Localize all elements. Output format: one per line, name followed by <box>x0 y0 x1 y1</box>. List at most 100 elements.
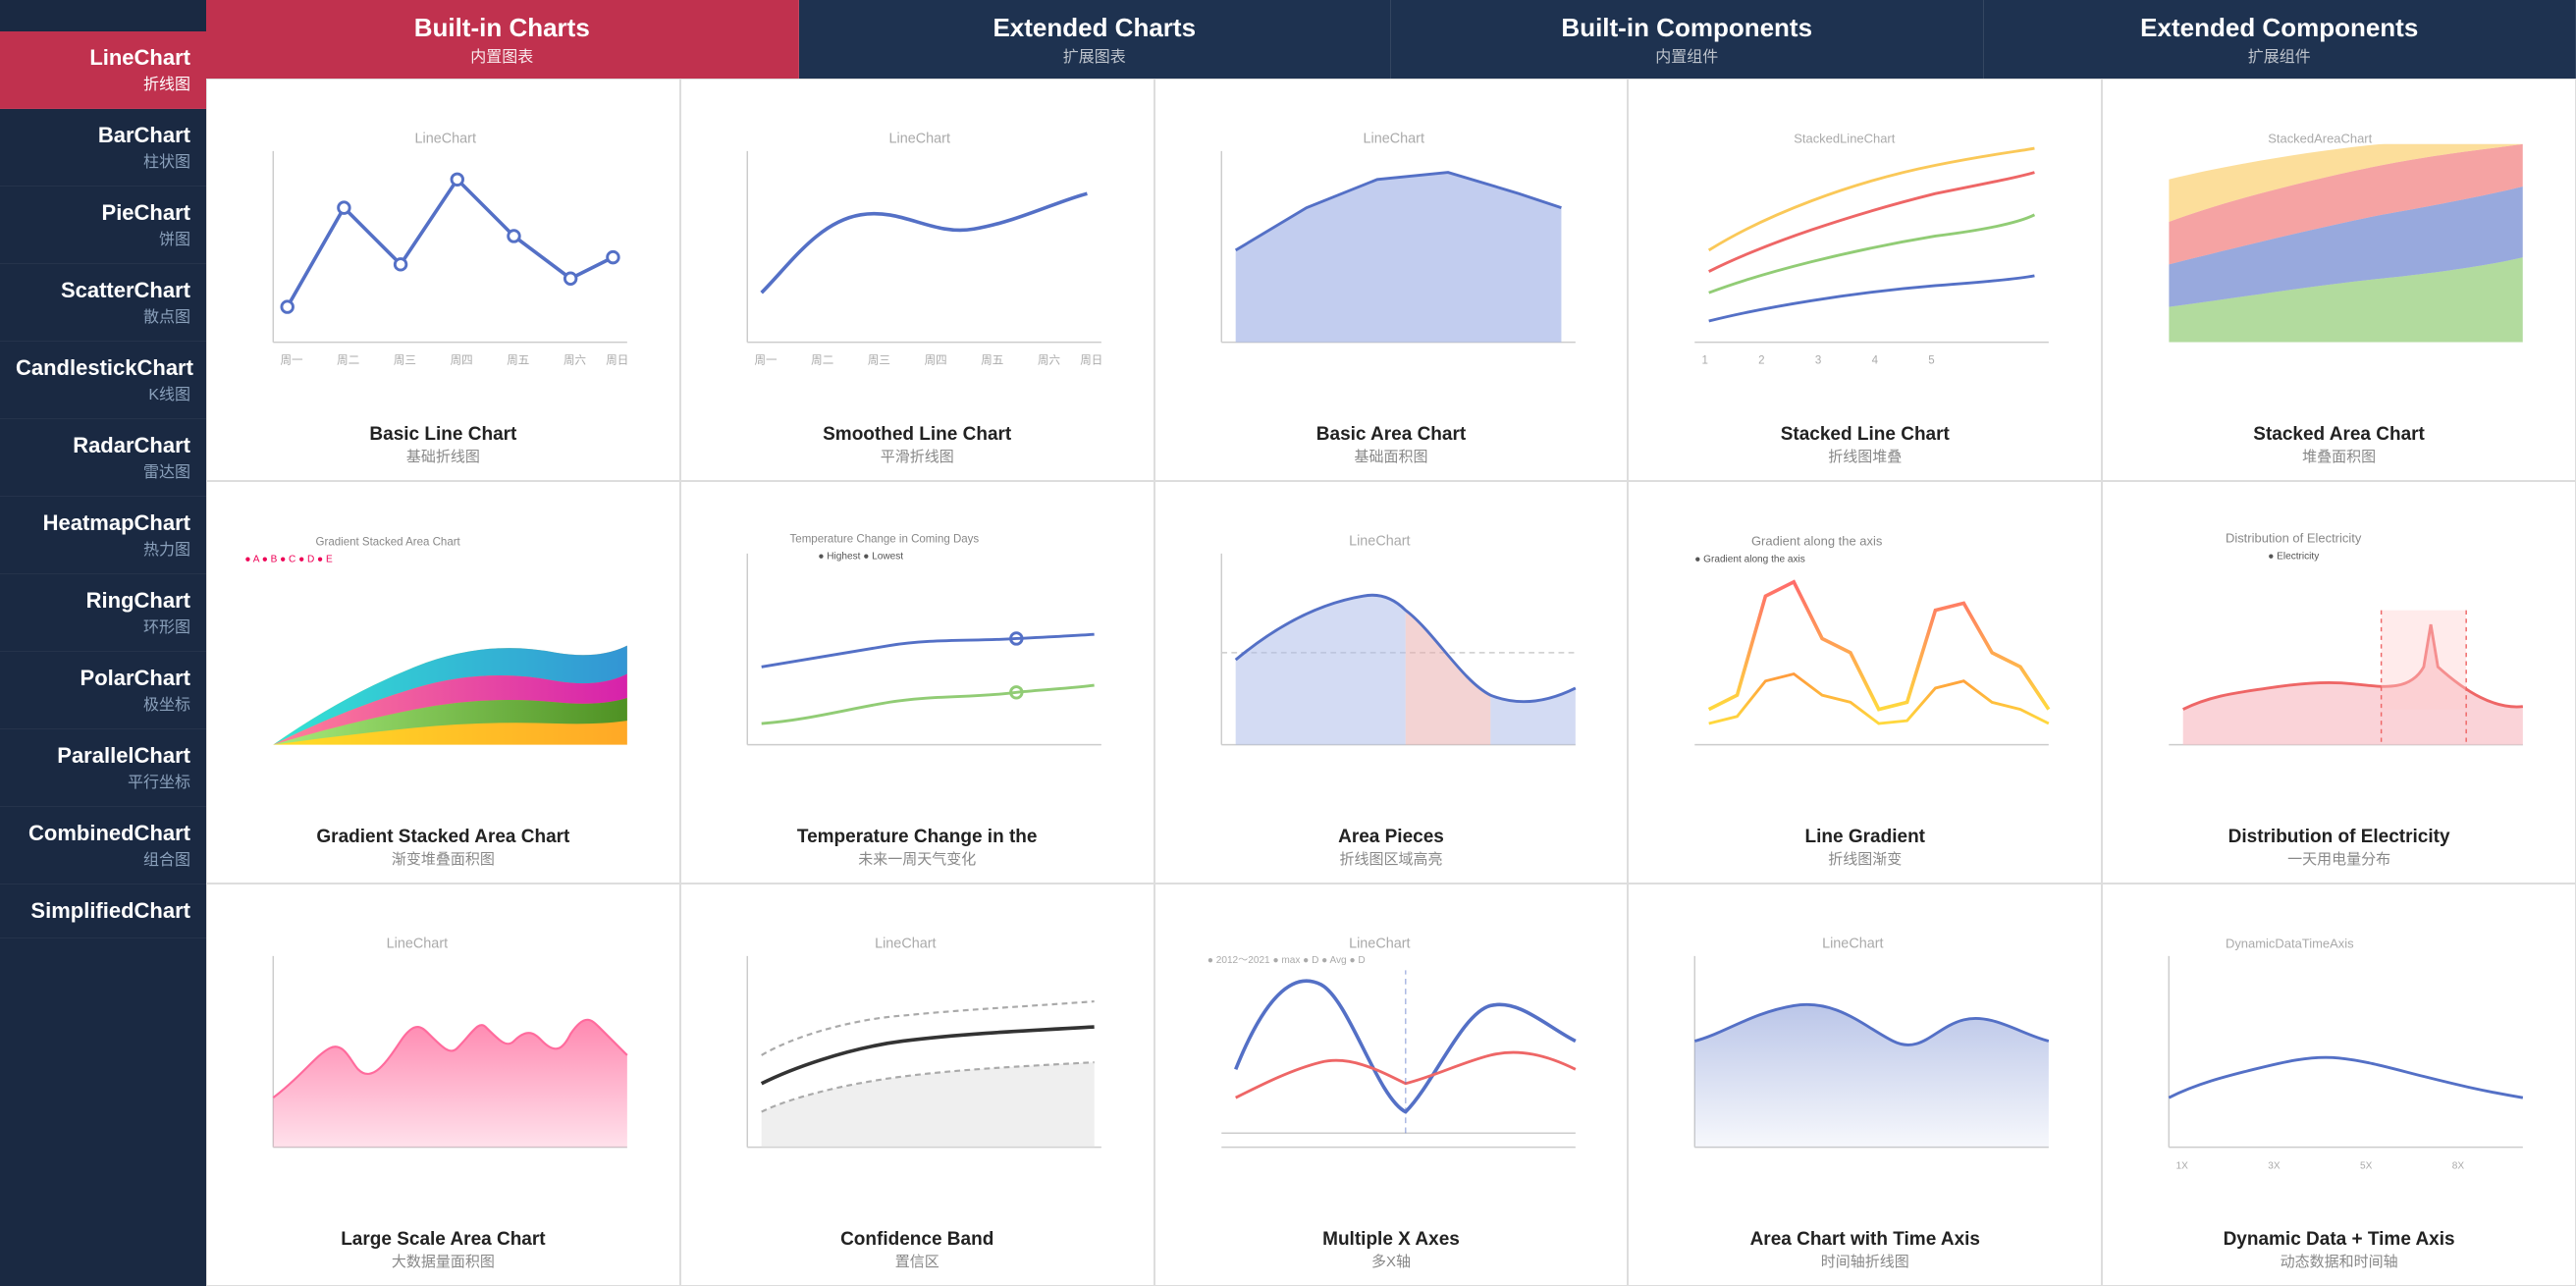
chart-preview-multi_x: LineChart ● 2012～2021 ● max ● D ● Avg ● … <box>1155 884 1628 1226</box>
chart-title-zh: 一天用电量分布 <box>2287 848 2390 869</box>
sidebar-item-radarchart[interactable]: RadarChart雷达图 <box>0 419 206 497</box>
chart-cell-large_scale[interactable]: LineChart Large Scale Area Chart大数据量面积图 <box>206 884 680 1286</box>
chart-title-zh: 堆叠面积图 <box>2302 446 2376 466</box>
svg-text:DynamicDataTimeAxis: DynamicDataTimeAxis <box>2226 936 2354 950</box>
chart-cell-basic_line[interactable]: LineChart 周一 周二 周三 周四 周五 周六 周日 Basic Lin… <box>206 79 680 481</box>
chart-cell-basic_area[interactable]: LineChart Basic Area Chart基础面积图 <box>1154 79 1629 481</box>
header-tabs: Built-in Charts内置图表Extended Charts扩展图表Bu… <box>206 0 2576 79</box>
svg-text:1X: 1X <box>2176 1160 2189 1171</box>
chart-title-en: Gradient Stacked Area Chart <box>316 827 569 848</box>
chart-preview-time_axis: LineChart <box>1629 884 2101 1226</box>
chart-cell-time_axis[interactable]: LineChart Area Chart with Time Axis时间轴折线… <box>1628 884 2102 1286</box>
chart-cell-area_pieces[interactable]: LineChart Area Pieces折线图区域高亮 <box>1154 481 1629 884</box>
sidebar-item-combinedchart[interactable]: CombinedChart组合图 <box>0 807 206 884</box>
header-tab-1[interactable]: Extended Charts扩展图表 <box>799 0 1392 79</box>
svg-text:1: 1 <box>1702 354 1708 366</box>
chart-cell-dynamic_time[interactable]: DynamicDataTimeAxis 1X 3X 5X 8X Dynamic … <box>2102 884 2576 1286</box>
chart-preview-temperature: Temperature Change in Coming Days ● High… <box>681 482 1154 824</box>
chart-preview-large_scale: LineChart <box>207 884 679 1226</box>
chart-title-zh: 折线图堆叠 <box>1828 446 1902 466</box>
svg-text:4: 4 <box>1872 354 1879 366</box>
svg-text:● Highest ● Lowest: ● Highest ● Lowest <box>818 552 903 563</box>
svg-text:Distribution of Electricity: Distribution of Electricity <box>2226 530 2362 545</box>
sidebar-item-barchart[interactable]: BarChart柱状图 <box>0 109 206 187</box>
chart-cell-line_gradient[interactable]: Gradient along the axis ● Gradient along… <box>1628 481 2102 884</box>
chart-title-en: Confidence Band <box>840 1229 993 1251</box>
sidebar-item-heatmapchart[interactable]: HeatmapChart热力图 <box>0 497 206 574</box>
chart-cell-temperature[interactable]: Temperature Change in Coming Days ● High… <box>680 481 1154 884</box>
svg-text:周五: 周五 <box>507 353 529 366</box>
svg-text:● Electricity: ● Electricity <box>2268 552 2320 563</box>
header-tab-0[interactable]: Built-in Charts内置图表 <box>206 0 799 79</box>
chart-title-en: Distribution of Electricity <box>2228 827 2450 848</box>
chart-preview-area_pieces: LineChart <box>1155 482 1628 824</box>
chart-title-zh: 基础折线图 <box>406 446 480 466</box>
chart-cell-confidence[interactable]: LineChart Confidence Band置信区 <box>680 884 1154 1286</box>
chart-title-en: Basic Line Chart <box>369 424 516 446</box>
chart-grid: LineChart 周一 周二 周三 周四 周五 周六 周日 Basic Lin… <box>206 79 2576 1286</box>
sidebar-item-ringchart[interactable]: RingChart环形图 <box>0 574 206 652</box>
chart-cell-electricity[interactable]: Distribution of Electricity ● Electricit… <box>2102 481 2576 884</box>
svg-text:周二: 周二 <box>337 353 359 366</box>
header-tab-3[interactable]: Extended Components扩展组件 <box>1984 0 2576 79</box>
chart-cell-multi_x[interactable]: LineChart ● 2012～2021 ● max ● D ● Avg ● … <box>1154 884 1629 1286</box>
svg-text:周四: 周四 <box>924 353 946 366</box>
svg-text:LineChart: LineChart <box>875 936 936 951</box>
chart-title-zh: 未来一周天气变化 <box>858 848 976 869</box>
sidebar-item-candlestickchart[interactable]: CandlestickChartK线图 <box>0 342 206 419</box>
chart-title-en: Stacked Area Chart <box>2253 424 2425 446</box>
svg-text:周三: 周三 <box>868 353 890 366</box>
svg-text:周六: 周六 <box>564 353 586 366</box>
sidebar-item-scatterchart[interactable]: ScatterChart散点图 <box>0 264 206 342</box>
chart-preview-confidence: LineChart <box>681 884 1154 1226</box>
chart-title-zh: 折线图区域高亮 <box>1339 848 1442 869</box>
chart-title-zh: 时间轴折线图 <box>1821 1251 1909 1271</box>
chart-title-zh: 渐变堆叠面积图 <box>392 848 495 869</box>
logo-area <box>0 0 206 31</box>
svg-text:周五: 周五 <box>981 353 1003 366</box>
svg-text:3X: 3X <box>2268 1160 2281 1171</box>
svg-text:周一: 周一 <box>281 353 304 366</box>
chart-title-en: Dynamic Data + Time Axis <box>2224 1229 2455 1251</box>
sidebar-item-simplifiedchart[interactable]: SimplifiedChart <box>0 884 206 938</box>
svg-text:周三: 周三 <box>394 353 416 366</box>
svg-text:LineChart: LineChart <box>415 131 476 146</box>
svg-text:周二: 周二 <box>811 353 833 366</box>
chart-preview-line_gradient: Gradient along the axis ● Gradient along… <box>1629 482 2101 824</box>
header-tab-2[interactable]: Built-in Components内置组件 <box>1391 0 1984 79</box>
chart-cell-stacked_line[interactable]: StackedLineChart 1 2 3 4 5 Stacked Line … <box>1628 79 2102 481</box>
sidebar-item-parallelchart[interactable]: ParallelChart平行坐标 <box>0 729 206 807</box>
chart-title-zh: 基础面积图 <box>1354 446 1427 466</box>
svg-text:8X: 8X <box>2452 1160 2465 1171</box>
chart-cell-stacked_area[interactable]: StackedAreaChart Stacked Area Chart堆叠面积图 <box>2102 79 2576 481</box>
svg-text:LineChart: LineChart <box>1363 131 1423 146</box>
sidebar-items: LineChart折线图BarChart柱状图PieChart饼图Scatter… <box>0 31 206 938</box>
sidebar-item-polarchart[interactable]: PolarChart极坐标 <box>0 652 206 729</box>
chart-title-en: Stacked Line Chart <box>1781 424 1950 446</box>
svg-text:2: 2 <box>1759 354 1765 366</box>
chart-title-en: Temperature Change in the <box>797 827 1038 848</box>
svg-text:周四: 周四 <box>451 353 473 366</box>
svg-text:● 2012～2021 ● max ● D ● Avg ●: ● 2012～2021 ● max ● D ● Avg ● D <box>1207 955 1365 966</box>
chart-cell-gradient_stacked[interactable]: Gradient Stacked Area Chart ● A ● B ● C … <box>206 481 680 884</box>
chart-title-zh: 多X轴 <box>1371 1251 1411 1271</box>
sidebar-item-piechart[interactable]: PieChart饼图 <box>0 187 206 264</box>
chart-preview-basic_area: LineChart <box>1155 80 1628 421</box>
chart-title-en: Line Gradient <box>1805 827 1925 848</box>
chart-title-zh: 动态数据和时间轴 <box>2281 1251 2398 1271</box>
svg-text:3: 3 <box>1815 354 1821 366</box>
chart-title-zh: 置信区 <box>895 1251 939 1271</box>
chart-preview-gradient_stacked: Gradient Stacked Area Chart ● A ● B ● C … <box>207 482 679 824</box>
chart-title-zh: 大数据量面积图 <box>392 1251 495 1271</box>
chart-preview-dynamic_time: DynamicDataTimeAxis 1X 3X 5X 8X <box>2103 884 2575 1226</box>
sidebar: LineChart折线图BarChart柱状图PieChart饼图Scatter… <box>0 0 206 1286</box>
svg-text:周日: 周日 <box>606 353 628 366</box>
svg-text:LineChart: LineChart <box>1349 533 1410 549</box>
chart-cell-smooth_line[interactable]: LineChart 周一 周二 周三 周四 周五 周六 周日 Smoothed … <box>680 79 1154 481</box>
sidebar-item-linechart[interactable]: LineChart折线图 <box>0 31 206 109</box>
main-content: Built-in Charts内置图表Extended Charts扩展图表Bu… <box>206 0 2576 1286</box>
chart-title-en: Area Pieces <box>1338 827 1444 848</box>
svg-text:Temperature Change in Coming D: Temperature Change in Coming Days <box>789 533 979 545</box>
svg-text:周六: 周六 <box>1038 353 1060 366</box>
chart-title-zh: 平滑折线图 <box>881 446 954 466</box>
